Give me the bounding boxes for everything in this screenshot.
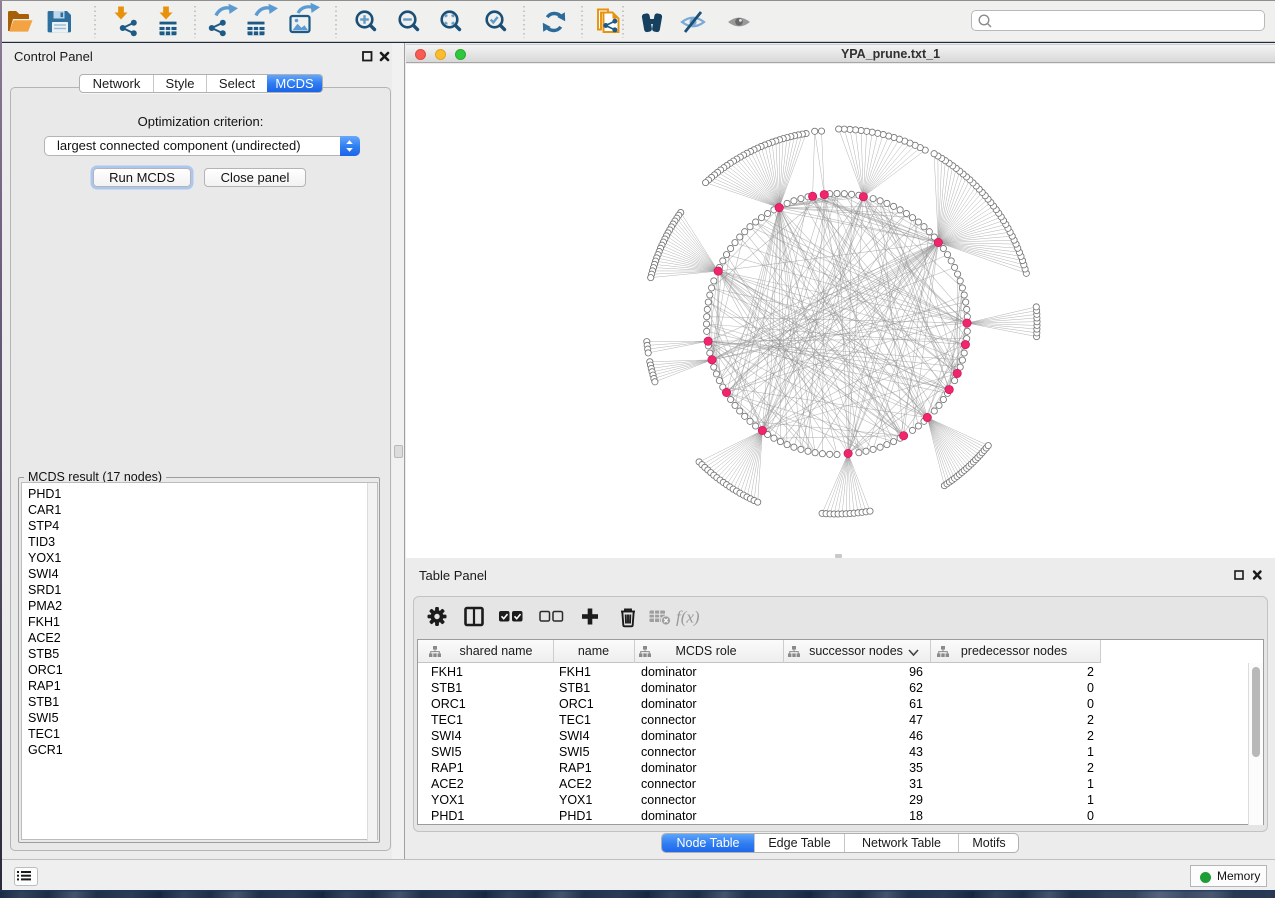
svg-text:f(x): f(x) <box>676 608 700 627</box>
